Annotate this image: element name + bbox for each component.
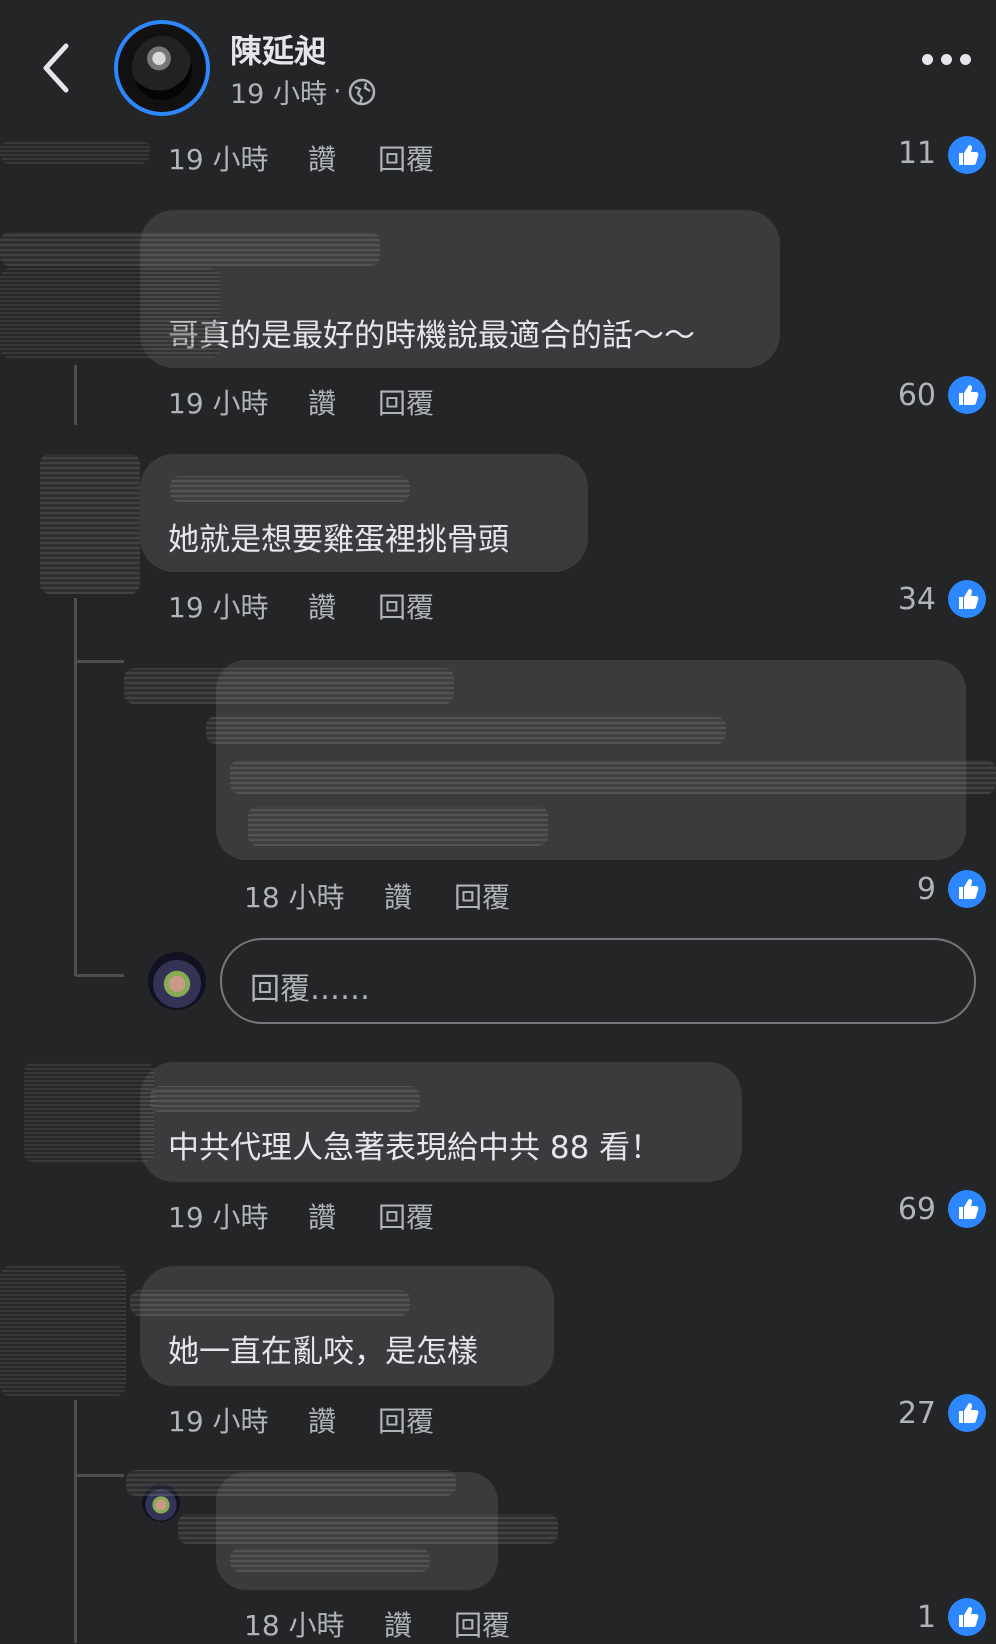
like-reaction-icon (948, 870, 986, 908)
post-meta: 19 小時 · (230, 72, 376, 111)
like-reaction-icon (948, 580, 986, 618)
redacted-avatar (0, 140, 150, 164)
reply-button[interactable]: 回覆 (378, 382, 434, 422)
thread-line (74, 598, 77, 976)
comment-text: 她一直在亂咬，是怎樣 (168, 1334, 478, 1370)
redacted-name (0, 232, 380, 266)
like-count: 27 (897, 1396, 936, 1431)
comment-time[interactable]: 18 小時 (244, 1604, 384, 1644)
like-reaction-icon (948, 136, 986, 174)
post-time[interactable]: 19 小時 (230, 72, 327, 111)
like-button[interactable]: 讚 (308, 586, 378, 626)
author-avatar[interactable] (114, 20, 210, 116)
reply-button[interactable]: 回覆 (378, 138, 434, 178)
like-button[interactable]: 讚 (308, 1196, 378, 1236)
reply-placeholder: 回覆…… (250, 972, 370, 1007)
comment-actions: 19 小時 讚 回覆 (168, 1400, 434, 1440)
comment-text: 她就是想要雞蛋裡挑骨頭 (168, 522, 509, 558)
comment-time[interactable]: 19 小時 (168, 138, 308, 178)
thread-branch (76, 974, 124, 977)
redacted-avatar (24, 1062, 154, 1162)
redacted-avatar (40, 454, 140, 594)
comment-actions: 19 小時 讚 回覆 (168, 1196, 434, 1236)
back-arrow-icon[interactable] (38, 40, 78, 96)
redacted-text (206, 716, 726, 744)
thread-branch (76, 660, 124, 663)
comment-bubble[interactable]: 她一直在亂咬，是怎樣 (140, 1266, 554, 1386)
like-button[interactable]: 讚 (308, 1400, 378, 1440)
like-count: 9 (916, 872, 936, 907)
redacted-name (150, 1086, 420, 1112)
globe-icon (348, 78, 375, 105)
comment-text: 中共代理人急著表現給中共 88 看！ (168, 1130, 662, 1166)
thread-branch (76, 1474, 124, 1477)
thread-line (74, 365, 77, 425)
comment-time[interactable]: 19 小時 (168, 1196, 308, 1236)
comment-text: 哥真的是最好的時機說最適合的話～～ (168, 318, 695, 354)
reply-button[interactable]: 回覆 (378, 586, 434, 626)
comment-time[interactable]: 19 小時 (168, 382, 308, 422)
comment-bubble[interactable]: 她就是想要雞蛋裡挑骨頭 (140, 454, 588, 572)
like-button[interactable]: 讚 (384, 1604, 454, 1644)
reply-button[interactable]: 回覆 (454, 876, 510, 916)
like-button[interactable]: 讚 (384, 876, 454, 916)
reply-input[interactable]: 回覆…… (220, 938, 976, 1024)
like-count: 69 (897, 1192, 936, 1227)
redacted-text (178, 1514, 558, 1544)
reply-button[interactable]: 回覆 (378, 1196, 434, 1236)
like-count: 34 (897, 582, 936, 617)
like-button[interactable]: 讚 (308, 382, 378, 422)
comment-time[interactable]: 19 小時 (168, 1400, 308, 1440)
redacted-name (126, 1470, 456, 1496)
comment-actions: 19 小時 讚 回覆 (168, 138, 434, 178)
redacted-name (170, 476, 410, 502)
redacted-avatar (0, 1266, 126, 1396)
comment-actions: 18 小時 讚 回覆 (244, 1604, 510, 1644)
separator-dot: · (332, 76, 342, 107)
like-count: 60 (897, 378, 936, 413)
post-header: 陳延昶 19 小時 · (0, 0, 996, 128)
like-button[interactable]: 讚 (308, 138, 378, 178)
comment-actions: 18 小時 讚 回覆 (244, 876, 510, 916)
like-reaction-icon (948, 1394, 986, 1432)
reply-button[interactable]: 回覆 (378, 1400, 434, 1440)
like-count: 1 (916, 1600, 936, 1635)
author-name[interactable]: 陳延昶 (230, 26, 326, 72)
comment-actions: 19 小時 讚 回覆 (168, 586, 434, 626)
like-reaction-icon (948, 1598, 986, 1636)
redacted-text (230, 760, 996, 794)
comment-bubble[interactable]: 中共代理人急著表現給中共 88 看！ (140, 1062, 742, 1182)
user-avatar (148, 952, 206, 1010)
reply-button[interactable]: 回覆 (454, 1604, 510, 1644)
more-options-icon[interactable] (922, 54, 971, 65)
thread-line (74, 1400, 77, 1643)
redacted-avatar (0, 268, 220, 358)
redacted-name (124, 668, 454, 704)
redacted-text (230, 1548, 430, 1572)
redacted-text (248, 806, 548, 846)
comment-time[interactable]: 18 小時 (244, 876, 384, 916)
like-reaction-icon (948, 376, 986, 414)
comment-time[interactable]: 19 小時 (168, 586, 308, 626)
like-reaction-icon (948, 1190, 986, 1228)
redacted-name (130, 1290, 410, 1316)
comment-actions: 19 小時 讚 回覆 (168, 382, 434, 422)
like-count: 11 (897, 136, 936, 171)
